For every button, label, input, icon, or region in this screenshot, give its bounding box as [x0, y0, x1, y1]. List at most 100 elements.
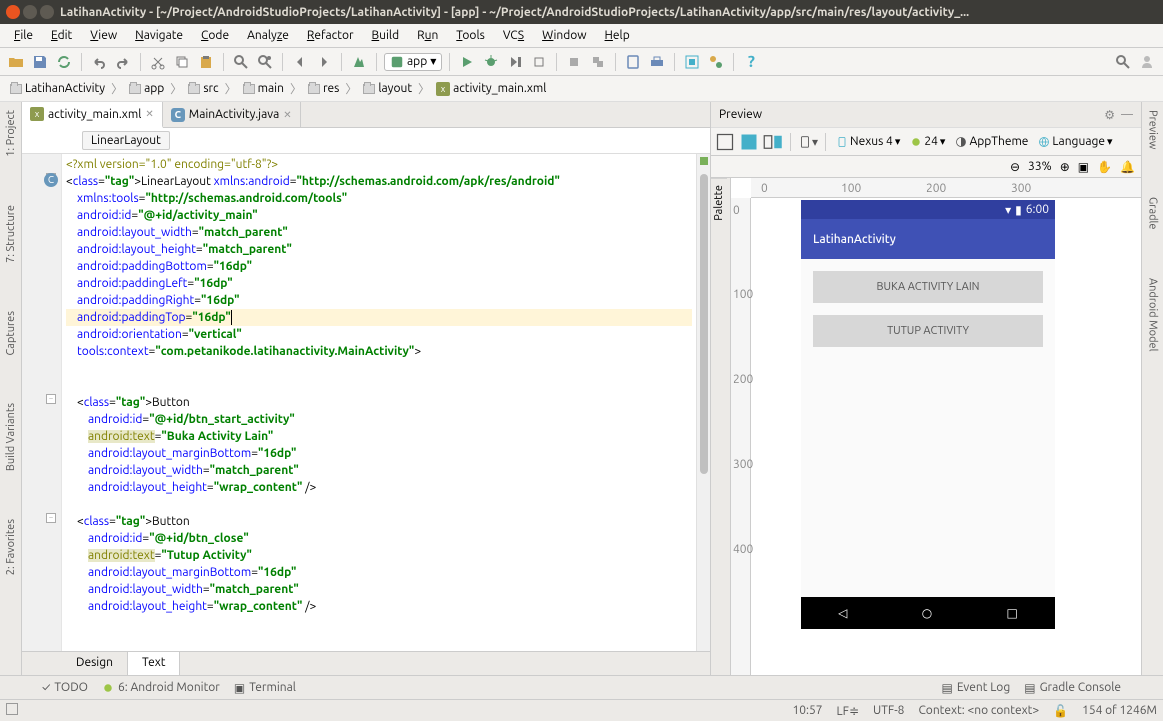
- layout-inspector-icon[interactable]: [682, 52, 702, 72]
- tab-captures[interactable]: Captures: [3, 307, 19, 359]
- show-both-icon[interactable]: [763, 132, 783, 152]
- crumb-module[interactable]: app: [123, 80, 170, 97]
- tab-favorites[interactable]: 2: Favorites: [3, 515, 19, 579]
- theme-editor-icon[interactable]: [706, 52, 726, 72]
- show-design-icon[interactable]: [715, 132, 735, 152]
- tab-android-monitor[interactable]: 6: Android Monitor: [102, 681, 220, 694]
- close-tab-icon[interactable]: ✕: [145, 108, 153, 120]
- user-icon[interactable]: [1137, 52, 1157, 72]
- status-memory[interactable]: 154 of 1246M: [1082, 704, 1157, 717]
- copy-icon[interactable]: [172, 52, 192, 72]
- design-surface[interactable]: 0 100 200 300 0 100 200 300 400 ▾ ▮ 6: [731, 178, 1141, 675]
- menu-view[interactable]: View: [82, 27, 125, 44]
- device-selector[interactable]: Nexus 4▾: [833, 135, 903, 148]
- scrollbar-thumb[interactable]: [700, 174, 708, 474]
- avd-manager-icon[interactable]: [623, 52, 643, 72]
- undo-icon[interactable]: [89, 52, 109, 72]
- tab-todo[interactable]: ✓ TODO: [42, 681, 88, 694]
- lock-icon[interactable]: 🔓: [1053, 704, 1068, 718]
- tab-terminal[interactable]: ▣ Terminal: [234, 681, 296, 695]
- tab-project[interactable]: 1: Project: [3, 106, 19, 161]
- find-icon[interactable]: [231, 52, 251, 72]
- menu-help[interactable]: Help: [597, 27, 638, 44]
- crumb-src[interactable]: src: [182, 80, 224, 97]
- window-close-icon[interactable]: [6, 5, 20, 19]
- run-coverage-icon[interactable]: [505, 52, 525, 72]
- file-tab-activity-main[interactable]: x activity_main.xml ✕: [22, 102, 163, 128]
- tab-palette[interactable]: Palette: [711, 178, 727, 227]
- editor-gutter[interactable]: − C − −: [22, 154, 62, 651]
- menu-build[interactable]: Build: [364, 27, 408, 44]
- menu-tools[interactable]: Tools: [448, 27, 493, 44]
- tab-build-variants[interactable]: Build Variants: [3, 399, 19, 475]
- back-icon[interactable]: [290, 52, 310, 72]
- paste-icon[interactable]: [196, 52, 216, 72]
- pan-icon[interactable]: ✋: [1097, 160, 1112, 174]
- menu-edit[interactable]: Edit: [43, 27, 80, 44]
- zoom-fit-icon[interactable]: ▣: [1078, 160, 1089, 174]
- open-icon[interactable]: [6, 52, 26, 72]
- editor-scrollstrip[interactable]: [696, 154, 710, 651]
- notifications-icon[interactable]: 🔔: [1120, 160, 1135, 174]
- replace-icon[interactable]: [255, 52, 275, 72]
- code-lines[interactable]: <?xml version="1.0" encoding="utf-8"?><c…: [62, 154, 696, 651]
- structure-crumb-root[interactable]: LinearLayout: [82, 131, 170, 150]
- crumb-project[interactable]: LatihanActivity: [4, 80, 111, 97]
- help-icon[interactable]: ?: [741, 52, 761, 72]
- run-config-selector[interactable]: app ▼: [384, 53, 442, 71]
- menu-analyze[interactable]: Analyze: [239, 27, 297, 44]
- fold-icon[interactable]: −: [46, 394, 56, 404]
- save-icon[interactable]: [30, 52, 50, 72]
- fold-icon[interactable]: −: [46, 513, 56, 523]
- show-blueprint-icon[interactable]: [739, 132, 759, 152]
- file-tab-mainactivity[interactable]: C MainActivity.java ✕: [163, 102, 301, 127]
- theme-selector[interactable]: AppTheme: [952, 135, 1031, 148]
- menu-run[interactable]: Run: [409, 27, 446, 44]
- gear-icon[interactable]: ⚙: [1104, 108, 1115, 122]
- menu-refactor[interactable]: Refactor: [299, 27, 362, 44]
- close-tab-icon[interactable]: ✕: [283, 109, 291, 121]
- debug-icon[interactable]: [481, 52, 501, 72]
- menu-code[interactable]: Code: [193, 27, 237, 44]
- window-minimize-icon[interactable]: [23, 5, 37, 19]
- search-everywhere-icon[interactable]: [1113, 52, 1133, 72]
- cut-icon[interactable]: [148, 52, 168, 72]
- api-selector[interactable]: 24▾: [907, 135, 948, 148]
- menu-window[interactable]: Window: [534, 27, 594, 44]
- crumb-res[interactable]: res: [302, 80, 345, 97]
- tab-gradle-console[interactable]: ▤ Gradle Console: [1024, 681, 1121, 695]
- make-icon[interactable]: [349, 52, 369, 72]
- stop-icon[interactable]: [564, 52, 584, 72]
- orientation-icon[interactable]: ▾: [798, 132, 818, 152]
- tab-preview[interactable]: Preview: [1145, 106, 1161, 153]
- code-editor[interactable]: − C − − <?xml version="1.0" encoding="ut…: [22, 154, 710, 651]
- status-context[interactable]: Context: <no context>: [918, 704, 1039, 717]
- stop-all-icon[interactable]: [588, 52, 608, 72]
- sync-icon[interactable]: [54, 52, 74, 72]
- hide-icon[interactable]: —: [1121, 108, 1133, 121]
- menu-vcs[interactable]: VCS: [495, 27, 532, 44]
- tab-structure[interactable]: 7: Structure: [3, 201, 19, 267]
- crumb-main[interactable]: main: [237, 80, 290, 97]
- status-line-ending[interactable]: LF≑: [837, 704, 859, 718]
- crumb-layout[interactable]: layout: [357, 80, 418, 97]
- zoom-out-icon[interactable]: ⊖: [1010, 160, 1020, 174]
- redo-icon[interactable]: [113, 52, 133, 72]
- tab-event-log[interactable]: ▤ Event Log: [942, 681, 1011, 695]
- tab-design[interactable]: Design: [62, 652, 128, 675]
- tab-android-model[interactable]: Android Model: [1145, 274, 1161, 355]
- zoom-in-icon[interactable]: ⊕: [1060, 160, 1070, 174]
- crumb-file[interactable]: xactivity_main.xml: [430, 80, 552, 98]
- tab-gradle[interactable]: Gradle: [1145, 193, 1161, 234]
- menu-file[interactable]: File: [6, 27, 41, 44]
- menu-navigate[interactable]: Navigate: [127, 27, 191, 44]
- language-selector[interactable]: Language▾: [1035, 135, 1115, 148]
- run-icon[interactable]: [457, 52, 477, 72]
- tool-windows-icon[interactable]: [6, 703, 18, 715]
- sdk-manager-icon[interactable]: [647, 52, 667, 72]
- attach-debugger-icon[interactable]: [529, 52, 549, 72]
- tab-text[interactable]: Text: [128, 652, 181, 675]
- forward-icon[interactable]: [314, 52, 334, 72]
- status-encoding[interactable]: UTF-8: [873, 704, 904, 717]
- window-maximize-icon[interactable]: [40, 5, 54, 19]
